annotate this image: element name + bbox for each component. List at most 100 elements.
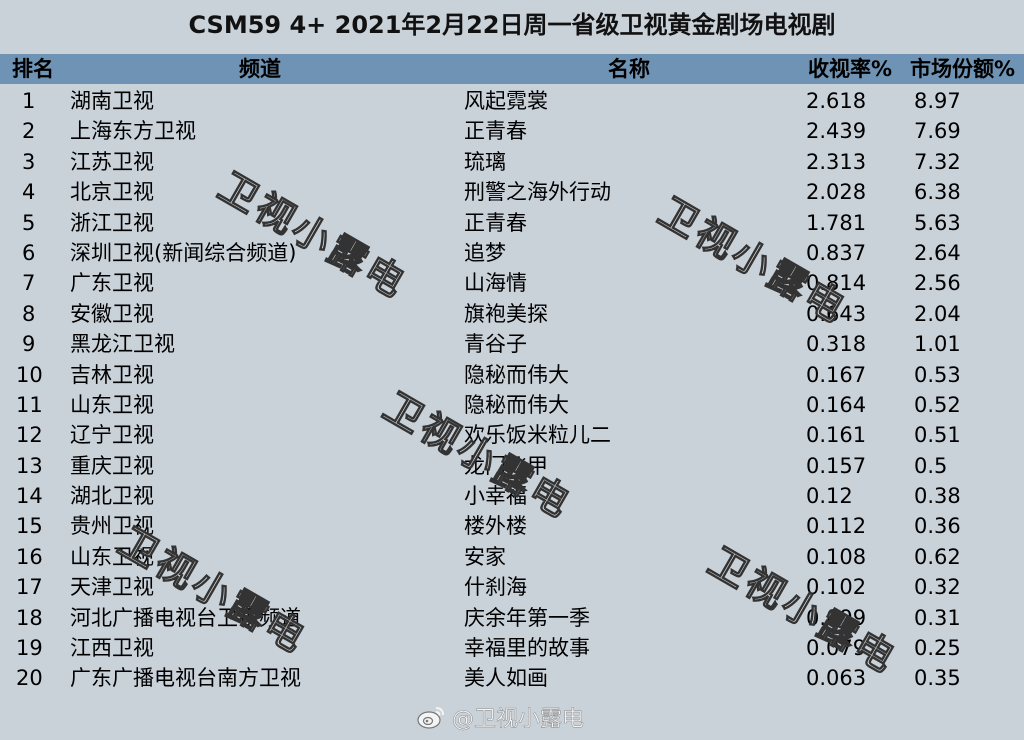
table-body: 1 湖南卫视 风起霓裳 2.618 8.97 2 上海东方卫视 正青春 2.439 7.69 3 江苏… xyxy=(0,86,1024,694)
rating-cell: 0.063 xyxy=(806,666,867,691)
show-cell: 正青春 xyxy=(464,119,527,144)
channel-cell: 北京卫视 xyxy=(70,180,154,205)
rank-cell: 20 xyxy=(16,666,43,691)
share-cell: 8.97 xyxy=(914,89,961,113)
show-cell: 隐秘而伟大 xyxy=(464,392,569,417)
table-row: 17 天津卫视 什刹海 0.102 0.32 xyxy=(0,572,1024,602)
channel-cell: 吉林卫视 xyxy=(70,362,154,387)
share-cell: 0.62 xyxy=(914,544,961,569)
header-show: 名称 xyxy=(608,57,650,81)
channel-cell: 广东卫视 xyxy=(70,271,154,296)
weibo-logo-icon xyxy=(417,707,444,729)
table-row: 9 黑龙江卫视 青谷子 0.318 1.01 xyxy=(0,329,1024,359)
table-row: 14 湖北卫视 小幸福 0.12 0.38 xyxy=(0,481,1024,511)
rating-cell: 0.157 xyxy=(806,453,867,478)
rank-cell: 11 xyxy=(16,392,43,417)
table-row: 19 江西卫视 幸福里的故事 0.079 0.25 xyxy=(0,633,1024,663)
share-cell: 0.25 xyxy=(914,636,961,661)
rating-cell: 2.313 xyxy=(806,149,867,174)
weibo-handle: @卫视小露电 xyxy=(452,707,585,732)
table-row: 16 山东卫视 安家 0.108 0.62 xyxy=(0,542,1024,572)
header-rating: 收视率% xyxy=(808,57,893,81)
channel-cell: 安徽卫视 xyxy=(70,301,154,326)
rank-cell: 12 xyxy=(16,423,43,448)
show-cell: 琉璃 xyxy=(464,149,506,174)
rank-cell: 10 xyxy=(16,362,43,387)
header-rank: 排名 xyxy=(12,57,54,81)
rating-cell: 0.102 xyxy=(806,575,867,600)
table-header: 排名 频道 名称 收视率% 市场份额% xyxy=(0,54,1024,84)
show-cell: 旗袍美探 xyxy=(464,301,548,326)
rank-cell: 5 xyxy=(22,210,36,235)
share-cell: 0.32 xyxy=(914,575,961,600)
show-cell: 楼外楼 xyxy=(464,514,527,539)
rank-cell: 8 xyxy=(22,301,36,326)
show-cell: 山海情 xyxy=(464,271,527,296)
channel-cell: 重庆卫视 xyxy=(70,453,154,478)
table-row: 7 广东卫视 山海情 0.814 2.56 xyxy=(0,268,1024,298)
show-cell: 幸福里的故事 xyxy=(464,636,590,661)
show-cell: 欢乐饭米粒儿二 xyxy=(464,423,611,448)
show-cell: 刑警之海外行动 xyxy=(464,180,611,205)
ratings-page: CSM59 4+ 2021年2月22日周一省级卫视黄金剧场电视剧 排名 频道 名… xyxy=(0,0,1024,740)
channel-cell: 湖北卫视 xyxy=(70,484,154,509)
share-cell: 1.01 xyxy=(914,332,961,357)
rating-cell: 0.099 xyxy=(806,605,867,630)
rank-cell: 13 xyxy=(16,453,43,478)
share-cell: 2.64 xyxy=(914,240,961,265)
show-cell: 青谷子 xyxy=(464,332,527,357)
channel-cell: 黑龙江卫视 xyxy=(70,332,175,357)
share-cell: 6.38 xyxy=(914,180,961,205)
share-cell: 0.38 xyxy=(914,484,961,509)
channel-cell: 江西卫视 xyxy=(70,636,154,661)
rank-cell: 16 xyxy=(16,544,43,569)
rating-cell: 0.837 xyxy=(806,240,867,265)
channel-cell: 贵州卫视 xyxy=(70,514,154,539)
share-cell: 2.56 xyxy=(914,271,961,296)
table-row: 13 重庆卫视 龙门飞甲 0.157 0.5 xyxy=(0,451,1024,481)
show-cell: 风起霓裳 xyxy=(464,89,548,113)
channel-cell: 山东卫视 xyxy=(70,392,154,417)
rank-cell: 19 xyxy=(16,636,43,661)
table-row: 10 吉林卫视 隐秘而伟大 0.167 0.53 xyxy=(0,360,1024,390)
rank-cell: 7 xyxy=(22,271,36,296)
table-row: 2 上海东方卫视 正青春 2.439 7.69 xyxy=(0,116,1024,146)
table-row: 6 深圳卫视(新闻综合频道) 追梦 0.837 2.64 xyxy=(0,238,1024,268)
table-row: 15 贵州卫视 楼外楼 0.112 0.36 xyxy=(0,511,1024,541)
channel-cell: 浙江卫视 xyxy=(70,210,154,235)
rating-cell: 0.167 xyxy=(806,362,867,387)
share-cell: 0.35 xyxy=(914,666,961,691)
rank-cell: 1 xyxy=(22,89,36,113)
share-cell: 0.5 xyxy=(914,453,948,478)
share-cell: 7.69 xyxy=(914,119,961,144)
table-row: 5 浙江卫视 正青春 1.781 5.63 xyxy=(0,208,1024,238)
rating-cell: 0.318 xyxy=(806,332,867,357)
channel-cell: 河北广播电视台卫视频道 xyxy=(70,605,301,630)
show-cell: 正青春 xyxy=(464,210,527,235)
rating-cell: 0.814 xyxy=(806,271,867,296)
rating-cell: 2.028 xyxy=(806,180,867,205)
channel-cell: 上海东方卫视 xyxy=(70,119,196,144)
rating-cell: 0.112 xyxy=(806,514,867,539)
table-row: 11 山东卫视 隐秘而伟大 0.164 0.52 xyxy=(0,390,1024,420)
rank-cell: 6 xyxy=(22,240,36,265)
share-cell: 2.04 xyxy=(914,301,961,326)
table-row: 4 北京卫视 刑警之海外行动 2.028 6.38 xyxy=(0,177,1024,207)
channel-cell: 湖南卫视 xyxy=(70,89,154,113)
table-row: 1 湖南卫视 风起霓裳 2.618 8.97 xyxy=(0,86,1024,116)
channel-cell: 广东广播电视台南方卫视 xyxy=(70,666,301,691)
rating-cell: 1.781 xyxy=(806,210,867,235)
channel-cell: 深圳卫视(新闻综合频道) xyxy=(70,240,297,265)
table-row: 12 辽宁卫视 欢乐饭米粒儿二 0.161 0.51 xyxy=(0,420,1024,450)
rating-cell: 2.618 xyxy=(806,89,867,113)
show-cell: 什刹海 xyxy=(464,575,527,600)
rank-cell: 9 xyxy=(22,332,36,357)
channel-cell: 辽宁卫视 xyxy=(70,423,154,448)
channel-cell: 江苏卫视 xyxy=(70,149,154,174)
share-cell: 0.31 xyxy=(914,605,961,630)
share-cell: 5.63 xyxy=(914,210,961,235)
show-cell: 安家 xyxy=(464,544,506,569)
share-cell: 0.52 xyxy=(914,392,961,417)
channel-cell: 山东卫视 xyxy=(70,544,154,569)
share-cell: 7.32 xyxy=(914,149,961,174)
